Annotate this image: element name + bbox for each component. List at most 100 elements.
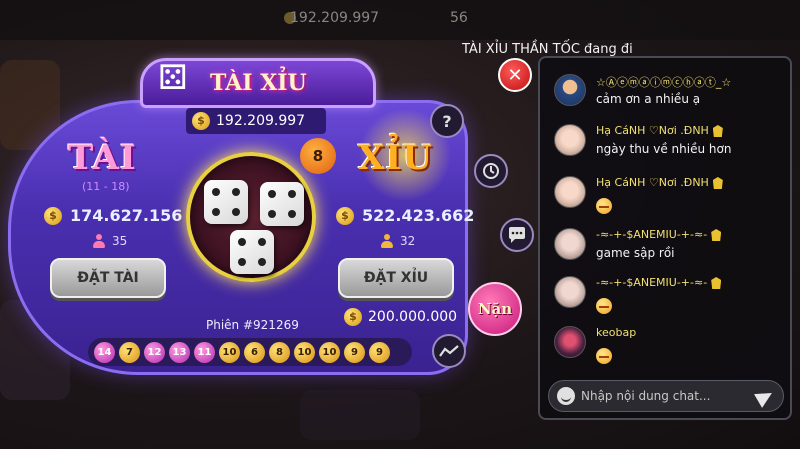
players-icon — [380, 234, 394, 248]
tai-range: (11 - 18) — [82, 180, 130, 193]
background-top-bar: 192.209.997 56 — [0, 0, 800, 40]
die-pip — [268, 190, 276, 198]
history-ball-xiu: 6 — [244, 341, 265, 363]
die-pip — [258, 258, 266, 266]
coin-icon: $ — [336, 206, 354, 225]
close-icon: ✕ — [507, 64, 523, 86]
die-pip — [212, 188, 220, 196]
avatar — [554, 228, 586, 260]
tai-player-count: 35 — [92, 234, 127, 248]
chat-text: cảm ơn a nhiều ạ — [596, 92, 701, 106]
avatar — [554, 276, 586, 308]
history-ball-xiu: 9 — [344, 341, 365, 363]
history-ball-xiu: 10 — [294, 341, 315, 363]
dice-logo-icon: ⚄ — [158, 58, 188, 98]
avatar — [554, 176, 586, 208]
emoji-picker-icon[interactable] — [557, 387, 575, 405]
chat-text: game sập rồi — [596, 246, 675, 260]
jackpot-total: $ 192.209.997 — [186, 108, 326, 134]
xiu-player-count: 32 — [380, 234, 415, 248]
nan-button[interactable]: Nặn — [468, 282, 522, 336]
line-chart-icon — [439, 345, 459, 357]
vip-badge-icon — [711, 229, 722, 241]
avatar — [554, 326, 586, 358]
avatar — [554, 74, 586, 106]
chat-username-text: Hạ CáNH ♡Nơi .ĐNH — [596, 176, 709, 189]
chat-text: ngày thu về nhiều hơn — [596, 142, 732, 156]
clock-icon — [483, 163, 499, 179]
die-pip — [268, 210, 276, 218]
history-ball-tai: 12 — [144, 341, 165, 363]
die-pip — [232, 188, 240, 196]
chat-toggle-button[interactable] — [500, 218, 534, 252]
die-pip — [258, 238, 266, 246]
die-pip — [212, 208, 220, 216]
chat-panel: ☆Ⓐⓔⓜⓐⓘⓜⓒⓗⓐⓣ_☆ cảm ơn a nhiều ạ Hạ CáNH ♡… — [538, 56, 792, 420]
history-ball-xiu: 8 — [269, 341, 290, 363]
history-ball-tai: 11 — [194, 341, 215, 363]
xiu-amount-value: 522.423.662 — [362, 206, 475, 225]
background-bottom-bar — [400, 420, 800, 449]
coin-icon: $ — [344, 308, 362, 326]
close-button[interactable]: ✕ — [498, 58, 532, 92]
chat-username: -≈-+-$ANEMIU-+-≈- — [596, 276, 722, 289]
chat-username-text: -≈-+-$ANEMIU-+-≈- — [596, 276, 708, 289]
bet-tai-button[interactable]: ĐẶT TÀI — [50, 258, 166, 298]
tai-bet-total: $ 174.627.156 — [44, 206, 182, 225]
vip-badge-icon — [712, 125, 723, 137]
trend-chart-button[interactable] — [432, 334, 466, 368]
tai-players-value: 35 — [112, 234, 128, 248]
history-ball-xiu: 10 — [219, 341, 240, 363]
chat-input[interactable] — [581, 389, 741, 403]
vip-badge-icon — [711, 277, 722, 289]
history-ball-tai: 14 — [94, 341, 115, 363]
send-icon[interactable] — [754, 386, 776, 408]
background-coin-balance: 192.209.997 — [290, 10, 380, 26]
countdown-timer: 8 — [300, 138, 336, 174]
die — [204, 180, 248, 224]
smile-emoji-icon — [596, 348, 612, 364]
avatar — [554, 124, 586, 156]
die-pip — [238, 238, 246, 246]
chat-username: keobap — [596, 326, 637, 339]
xiu-players-value: 32 — [400, 234, 416, 248]
bet-xiu-button[interactable]: ĐẶT XỈU — [338, 258, 454, 298]
jackpot-amount: 192.209.997 — [216, 113, 306, 129]
background-gem-count: 56 — [450, 10, 468, 26]
history-ball-xiu: 9 — [369, 341, 390, 363]
die — [230, 230, 274, 274]
history-button[interactable] — [474, 154, 508, 188]
vip-badge-icon — [712, 177, 723, 189]
die-pip — [288, 210, 296, 218]
die — [260, 182, 304, 226]
smile-emoji-icon — [596, 298, 612, 314]
smile-emoji-icon — [596, 198, 612, 214]
players-icon — [92, 234, 106, 248]
help-icon: ? — [442, 111, 452, 131]
chat-username-text: Hạ CáNH ♡Nơi .ĐNH — [596, 124, 709, 137]
chat-bubble-icon — [509, 227, 525, 243]
coin-icon: $ — [192, 112, 210, 130]
chat-username: Hạ CáNH ♡Nơi .ĐNH — [596, 176, 723, 189]
history-ball-xiu: 7 — [119, 341, 140, 363]
history-ball-tai: 13 — [169, 341, 190, 363]
help-button[interactable]: ? — [430, 104, 464, 138]
xiu-bet-total: $ 522.423.662 — [336, 206, 474, 225]
die-pip — [232, 208, 240, 216]
coin-icon: $ — [44, 206, 62, 225]
session-amount-value: 200.000.000 — [368, 309, 458, 325]
chat-username: -≈-+-$ANEMIU-+-≈- — [596, 228, 722, 241]
session-id: Phiên #921269 — [206, 318, 299, 332]
chat-username-text: -≈-+-$ANEMIU-+-≈- — [596, 228, 708, 241]
game-title: TÀI XỈU — [210, 70, 307, 96]
chat-username: ☆Ⓐⓔⓜⓐⓘⓜⓒⓗⓐⓣ_☆ — [596, 76, 732, 89]
xiu-label: XỈU — [358, 138, 433, 178]
chat-input-bar — [548, 380, 784, 412]
die-pip — [288, 190, 296, 198]
result-history: 14 7 12 13 11 10 6 8 10 10 9 9 — [88, 338, 412, 366]
die-pip — [238, 258, 246, 266]
chat-username: Hạ CáNH ♡Nơi .ĐNH — [596, 124, 723, 137]
game-status-text: TÀI XỈU THẦN TỐC đang đi — [462, 42, 633, 57]
history-ball-xiu: 10 — [319, 341, 340, 363]
tai-label: TÀI — [68, 138, 137, 178]
